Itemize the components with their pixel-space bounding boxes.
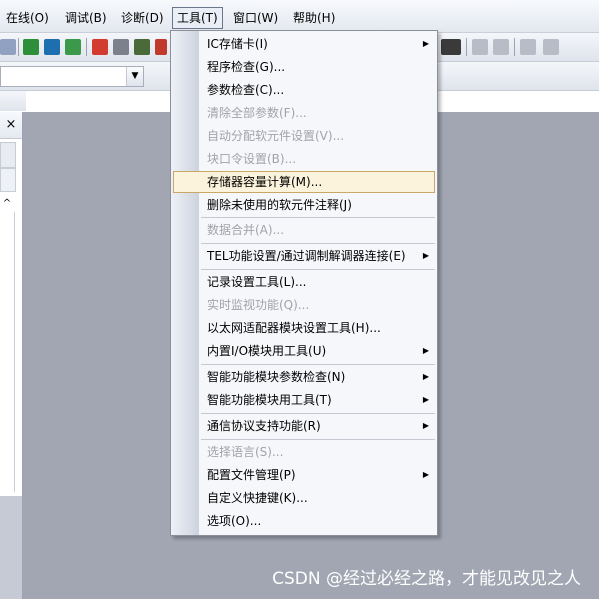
menu-item-label: 存储器容量计算(M)... bbox=[207, 175, 323, 189]
panel-tab[interactable] bbox=[0, 168, 16, 192]
tools-menu: IC存储卡(I) ▶ 程序检查(G)... 参数检查(C)... 清除全部参数(F… bbox=[170, 30, 438, 536]
menu-separator bbox=[201, 413, 435, 414]
device-icon[interactable] bbox=[441, 39, 461, 55]
project-combo[interactable]: ▼ bbox=[0, 66, 144, 87]
menu-online[interactable]: 在线(O) bbox=[2, 9, 53, 27]
write-plc-icon[interactable] bbox=[44, 39, 60, 55]
search-icon[interactable] bbox=[472, 39, 488, 55]
toolbar-separator bbox=[18, 38, 19, 56]
dev-icon[interactable] bbox=[23, 39, 39, 55]
menu-item-protocol-support[interactable]: 通信协议支持功能(R) ▶ bbox=[173, 415, 435, 437]
menu-item-block-password[interactable]: 块口令设置(B)... bbox=[173, 148, 435, 170]
panel-tab[interactable] bbox=[0, 142, 16, 168]
menu-separator bbox=[201, 243, 435, 244]
menu-separator bbox=[201, 269, 435, 270]
menu-bar: 在线(O) 调试(B) 诊断(D) 工具(T) 窗口(W) 帮助(H) bbox=[0, 0, 599, 33]
chart2-icon[interactable] bbox=[543, 39, 559, 55]
menu-item-label: 自定义快捷键(K)... bbox=[207, 491, 308, 505]
scroll-up-icon[interactable]: ^ bbox=[0, 196, 14, 212]
navigation-panel: × ^ bbox=[0, 112, 23, 599]
menu-item-builtin-io[interactable]: 内置I/O模块用工具(U) ▶ bbox=[173, 340, 435, 362]
menu-item-auto-device-assign[interactable]: 自动分配软元件设置(V)... bbox=[173, 125, 435, 147]
menu-debug[interactable]: 调试(B) bbox=[61, 9, 111, 27]
menu-item-label: 以太网适配器模块设置工具(H)... bbox=[207, 321, 381, 335]
menu-item-label: 程序检查(G)... bbox=[207, 60, 286, 74]
menu-diagnostics[interactable]: 诊断(D) bbox=[117, 9, 168, 27]
menu-item-label: 记录设置工具(L)... bbox=[207, 275, 307, 289]
menu-separator bbox=[201, 364, 435, 365]
toolbar-separator bbox=[86, 38, 87, 56]
menu-item-label: 配置文件管理(P) bbox=[207, 468, 296, 482]
chevron-down-icon[interactable]: ▼ bbox=[126, 67, 143, 86]
menu-item-label: 实时监视功能(Q)... bbox=[207, 298, 310, 312]
menu-item-label: 内置I/O模块用工具(U) bbox=[207, 344, 327, 358]
submenu-arrow-icon: ▶ bbox=[422, 395, 429, 404]
submenu-arrow-icon: ▶ bbox=[422, 251, 429, 260]
toolbar-separator bbox=[466, 38, 467, 56]
menu-item-intelligent-param-check[interactable]: 智能功能模块参数检查(N) ▶ bbox=[173, 366, 435, 388]
watermark: CSDN @经过必经之路，才能见改见之人 bbox=[272, 569, 581, 589]
replace-icon[interactable] bbox=[493, 39, 509, 55]
menu-item-profile-management[interactable]: 配置文件管理(P) ▶ bbox=[173, 464, 435, 486]
transfer-icon[interactable] bbox=[92, 39, 108, 55]
submenu-arrow-icon: ▶ bbox=[422, 39, 429, 48]
menu-item-options[interactable]: 选项(O)... bbox=[173, 510, 435, 532]
menu-item-label: 智能功能模块用工具(T) bbox=[207, 393, 332, 407]
menu-window[interactable]: 窗口(W) bbox=[229, 9, 282, 27]
menu-item-select-language[interactable]: 选择语言(S)... bbox=[173, 441, 435, 463]
menu-separator bbox=[201, 439, 435, 440]
menu-item-label: 删除未使用的软元件注释(J) bbox=[207, 198, 352, 212]
menu-item-parameter-check[interactable]: 参数检查(C)... bbox=[173, 79, 435, 101]
menu-item-label: 数据合并(A)... bbox=[207, 223, 285, 237]
chart-icon[interactable] bbox=[520, 39, 536, 55]
submenu-arrow-icon: ▶ bbox=[422, 470, 429, 479]
monitor-icon[interactable] bbox=[134, 39, 150, 55]
read-plc-icon[interactable] bbox=[65, 39, 81, 55]
menu-item-label: 自动分配软元件设置(V)... bbox=[207, 129, 345, 143]
menu-help[interactable]: 帮助(H) bbox=[289, 9, 339, 27]
stop-icon[interactable] bbox=[155, 39, 167, 55]
menu-item-delete-unused-comments[interactable]: 删除未使用的软元件注释(J) bbox=[173, 194, 435, 216]
compare-icon[interactable] bbox=[113, 39, 129, 55]
menu-item-log-settings[interactable]: 记录设置工具(L)... bbox=[173, 271, 435, 293]
submenu-arrow-icon: ▶ bbox=[422, 421, 429, 430]
menu-item-label: 选择语言(S)... bbox=[207, 445, 284, 459]
menu-item-tel-settings[interactable]: TEL功能设置/通过调制解调器连接(E) ▶ bbox=[173, 245, 435, 267]
menu-item-label: TEL功能设置/通过调制解调器连接(E) bbox=[207, 249, 406, 263]
menu-item-realtime-monitor[interactable]: 实时监视功能(Q)... bbox=[173, 294, 435, 316]
menu-item-label: 选项(O)... bbox=[207, 514, 262, 528]
menu-item-label: 智能功能模块参数检查(N) bbox=[207, 370, 346, 384]
toolbar-separator bbox=[514, 38, 515, 56]
scrollbar[interactable] bbox=[0, 212, 15, 492]
menu-item-label: 清除全部参数(F)... bbox=[207, 106, 307, 120]
menu-item-intelligent-tools[interactable]: 智能功能模块用工具(T) ▶ bbox=[173, 389, 435, 411]
menu-item-memory-capacity[interactable]: 存储器容量计算(M)... bbox=[173, 171, 435, 193]
menu-item-clear-all-params[interactable]: 清除全部参数(F)... bbox=[173, 102, 435, 124]
menu-item-data-merge[interactable]: 数据合并(A)... bbox=[173, 219, 435, 241]
submenu-arrow-icon: ▶ bbox=[422, 346, 429, 355]
menu-separator bbox=[201, 217, 435, 218]
menu-item-label: 参数检查(C)... bbox=[207, 83, 285, 97]
menu-item-program-check[interactable]: 程序检查(G)... bbox=[173, 56, 435, 78]
menu-tools[interactable]: 工具(T) bbox=[172, 7, 223, 29]
menu-item-label: 块口令设置(B)... bbox=[207, 152, 297, 166]
menu-item-label: 通信协议支持功能(R) bbox=[207, 419, 321, 433]
panel-lower-area bbox=[0, 496, 22, 599]
menu-item-ic-memory-card[interactable]: IC存储卡(I) ▶ bbox=[173, 33, 435, 55]
menu-item-ethernet-adapter[interactable]: 以太网适配器模块设置工具(H)... bbox=[173, 317, 435, 339]
submenu-arrow-icon: ▶ bbox=[422, 372, 429, 381]
close-icon[interactable]: × bbox=[0, 112, 22, 139]
menu-item-label: IC存储卡(I) bbox=[207, 37, 268, 51]
toolbar-small bbox=[0, 91, 26, 111]
menu-item-custom-shortcuts[interactable]: 自定义快捷键(K)... bbox=[173, 487, 435, 509]
toolbar-icon[interactable] bbox=[0, 39, 16, 55]
